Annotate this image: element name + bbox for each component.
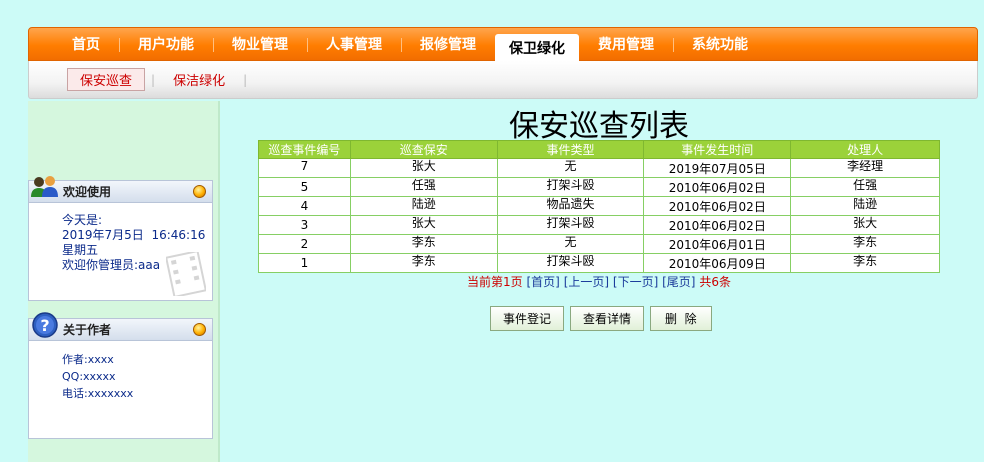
pager-total: 共6条 bbox=[699, 275, 731, 289]
pager-next-link[interactable]: [下一页] bbox=[613, 275, 658, 289]
cell-event-time: 2010年06月02日 bbox=[643, 177, 792, 197]
author-panel-body: 作者:xxxx QQ:xxxxx 电话:xxxxxxx bbox=[29, 341, 212, 402]
welcome-panel: 欢迎使用 今天是: 2019年7月5日 16:46:16 星期五 欢迎你管理员:… bbox=[28, 176, 213, 301]
cell-event-time: 2010年06月02日 bbox=[643, 215, 792, 235]
film-strip-icon bbox=[166, 252, 206, 296]
top-nav: 首页 用户功能 物业管理 人事管理 报修管理 保卫绿化 费用管理 系统功能 bbox=[28, 27, 978, 62]
view-details-button[interactable]: 查看详情 bbox=[570, 306, 645, 331]
cell-event-time: 2010年06月02日 bbox=[643, 196, 792, 216]
cell-handler: 陆逊 bbox=[790, 196, 940, 216]
svg-text:?: ? bbox=[40, 316, 49, 335]
table-row[interactable]: 3 张大 打架斗殴 2010年06月02日 张大 bbox=[258, 215, 940, 235]
cell-event-type: 无 bbox=[496, 234, 645, 254]
author-panel-header: ? 关于作者 bbox=[29, 312, 212, 341]
cell-handler: 张大 bbox=[790, 215, 940, 235]
help-icon: ? bbox=[32, 312, 58, 338]
cell-handler: 李东 bbox=[790, 234, 940, 254]
column-header-guard: 巡查保安 bbox=[349, 140, 498, 159]
author-qq: QQ:xxxxx bbox=[62, 370, 116, 383]
cell-guard: 陆逊 bbox=[349, 196, 498, 216]
sub-nav-cleaning-greening[interactable]: 保洁绿化 bbox=[161, 69, 237, 90]
nav-item-property[interactable]: 物业管理 bbox=[213, 28, 307, 60]
cell-event-type: 打架斗殴 bbox=[496, 215, 645, 235]
action-bar: 事件登记 查看详情 删 除 bbox=[490, 306, 712, 331]
table-row[interactable]: 1 李东 打架斗殴 2010年06月09日 李东 bbox=[258, 253, 940, 273]
column-header-handler: 处理人 bbox=[790, 140, 940, 159]
delete-button[interactable]: 删 除 bbox=[650, 306, 712, 331]
sub-nav: 保安巡查 | 保洁绿化 | bbox=[28, 61, 978, 99]
table-row[interactable]: 2 李东 无 2010年06月01日 李东 bbox=[258, 234, 940, 254]
nav-item-home[interactable]: 首页 bbox=[53, 28, 119, 60]
nav-item-fees[interactable]: 费用管理 bbox=[579, 28, 673, 60]
cell-event-type: 打架斗殴 bbox=[496, 253, 645, 273]
cell-event-id: 4 bbox=[258, 196, 351, 216]
cell-event-time: 2019年07月05日 bbox=[643, 158, 792, 178]
cell-handler: 李东 bbox=[790, 253, 940, 273]
users-icon bbox=[31, 176, 58, 197]
page-title: 保安巡查列表 bbox=[509, 109, 689, 144]
column-header-event-time: 事件发生时间 bbox=[643, 140, 792, 159]
column-header-event-id: 巡查事件编号 bbox=[258, 140, 351, 159]
pagination: 当前第1页 [首页] [上一页] [下一页] [尾页] 共6条 bbox=[258, 273, 940, 290]
table-row[interactable]: 7 张大 无 2019年07月05日 李经理 bbox=[258, 158, 940, 178]
cell-event-id: 2 bbox=[258, 234, 351, 254]
cell-handler: 任强 bbox=[790, 177, 940, 197]
cell-guard: 张大 bbox=[349, 215, 498, 235]
author-panel: ? 关于作者 作者:xxxx QQ:xxxxx 电话:xxxxxxx bbox=[28, 312, 213, 439]
pager-first-link[interactable]: [首页] bbox=[527, 275, 560, 289]
author-panel-title: 关于作者 bbox=[63, 323, 112, 337]
welcome-panel-header: 欢迎使用 bbox=[29, 176, 212, 203]
today-label: 今天是: bbox=[62, 213, 103, 227]
nav-item-system[interactable]: 系统功能 bbox=[673, 28, 767, 60]
nav-item-personnel[interactable]: 人事管理 bbox=[307, 28, 401, 60]
cell-guard: 张大 bbox=[349, 158, 498, 178]
author-phone: 电话:xxxxxxx bbox=[62, 387, 134, 400]
nav-item-user-functions[interactable]: 用户功能 bbox=[119, 28, 213, 60]
patrol-table: 巡查事件编号 巡查保安 事件类型 事件发生时间 处理人 7 张大 无 2019年… bbox=[258, 140, 940, 273]
table-header-row: 巡查事件编号 巡查保安 事件类型 事件发生时间 处理人 bbox=[258, 140, 940, 159]
cell-guard: 李东 bbox=[349, 234, 498, 254]
table-row[interactable]: 4 陆逊 物品遗失 2010年06月02日 陆逊 bbox=[258, 196, 940, 216]
nav-item-repair[interactable]: 报修管理 bbox=[401, 28, 495, 60]
cell-event-type: 打架斗殴 bbox=[496, 177, 645, 197]
author-name: 作者:xxxx bbox=[62, 353, 114, 366]
cell-event-time: 2010年06月01日 bbox=[643, 234, 792, 254]
sub-nav-security-patrol[interactable]: 保安巡查 bbox=[67, 68, 146, 91]
pager-current: 当前第1页 bbox=[467, 275, 523, 289]
welcome-panel-title: 欢迎使用 bbox=[63, 185, 112, 199]
sub-nav-separator: | bbox=[151, 72, 156, 87]
cell-event-id: 1 bbox=[258, 253, 351, 273]
cell-handler: 李经理 bbox=[790, 158, 940, 178]
cell-event-id: 3 bbox=[258, 215, 351, 235]
cell-event-id: 5 bbox=[258, 177, 351, 197]
pager-prev-link[interactable]: [上一页] bbox=[564, 275, 609, 289]
sidebar-divider bbox=[218, 101, 220, 462]
register-event-button[interactable]: 事件登记 bbox=[490, 306, 565, 331]
cell-guard: 李东 bbox=[349, 253, 498, 273]
date-time: 2019年7月5日 16:46:16 bbox=[62, 228, 206, 242]
sub-nav-separator: | bbox=[243, 72, 248, 87]
cell-event-time: 2010年06月09日 bbox=[643, 253, 792, 273]
cell-guard: 任强 bbox=[349, 177, 498, 197]
cell-event-type: 物品遗失 bbox=[496, 196, 645, 216]
orb-icon[interactable] bbox=[193, 323, 206, 336]
pager-last-link[interactable]: [尾页] bbox=[662, 275, 695, 289]
nav-item-security-greening[interactable]: 保卫绿化 bbox=[495, 34, 579, 62]
cell-event-type: 无 bbox=[496, 158, 645, 178]
cell-event-id: 7 bbox=[258, 158, 351, 178]
orb-icon[interactable] bbox=[193, 185, 206, 198]
table-row[interactable]: 5 任强 打架斗殴 2010年06月02日 任强 bbox=[258, 177, 940, 197]
column-header-event-type: 事件类型 bbox=[496, 140, 645, 159]
